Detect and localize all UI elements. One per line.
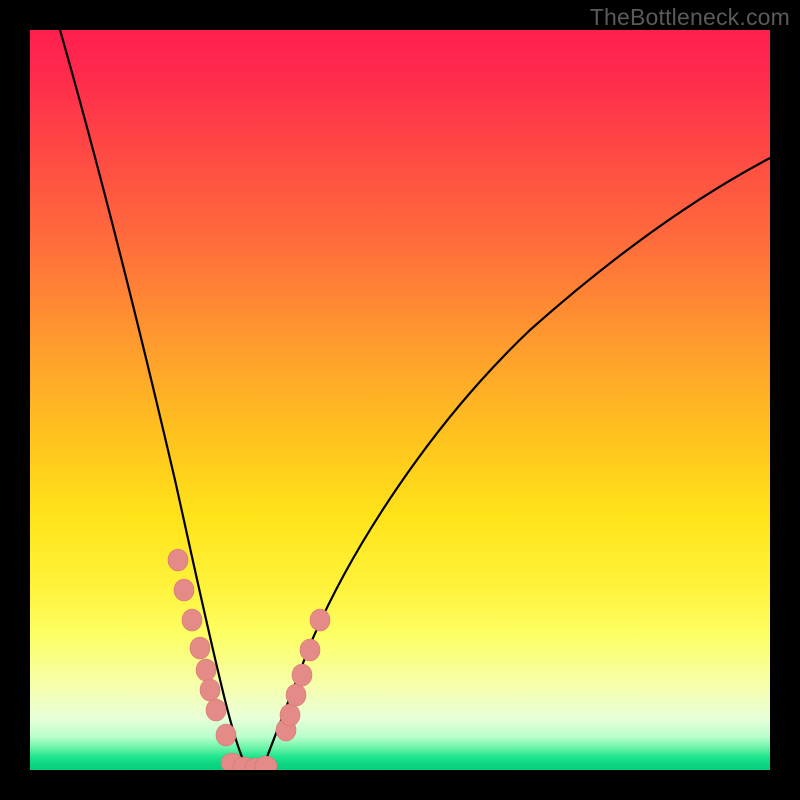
left-bead-cluster xyxy=(168,549,236,746)
plot-area xyxy=(30,30,770,770)
right-bead-cluster xyxy=(276,609,330,741)
watermark-text: TheBottleneck.com xyxy=(590,4,790,31)
left-curve xyxy=(60,30,248,770)
outer-frame: TheBottleneck.com xyxy=(0,0,800,800)
chart-svg xyxy=(30,30,770,770)
right-curve xyxy=(262,158,770,770)
